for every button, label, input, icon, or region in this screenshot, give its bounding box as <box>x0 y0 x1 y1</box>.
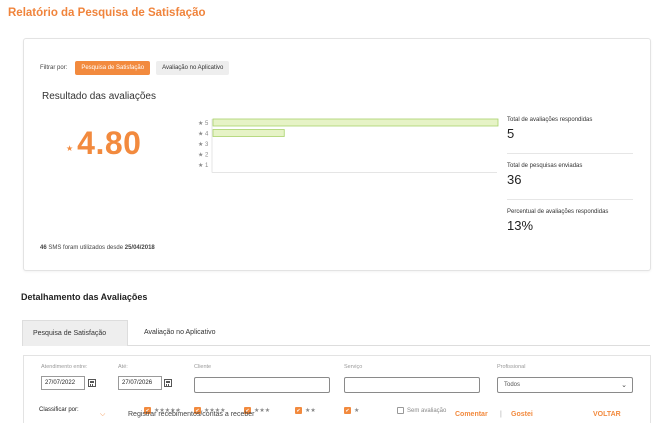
professional-label: Profissional <box>497 364 526 370</box>
date-to-label: Até: <box>118 364 128 370</box>
stat-percentage: Percentual de avaliações respondidas 13% <box>507 209 633 233</box>
filter-label: Filtrar por: <box>40 65 68 71</box>
tab-app-rating[interactable]: Avaliação no Aplicativo <box>134 320 225 346</box>
chart-bar <box>212 118 499 127</box>
stat-value: 5 <box>507 126 515 141</box>
divider <box>507 199 633 200</box>
results-heading: Resultado das avaliações <box>42 91 156 102</box>
date-to-field[interactable]: 27/07/2026 <box>118 376 162 390</box>
client-label: Cliente <box>194 364 212 370</box>
chart-category-label: ★ 5 <box>198 120 209 127</box>
chart-category-label: ★ 4 <box>198 131 209 138</box>
comment-link[interactable]: Comentar <box>455 411 488 418</box>
page-title: Relatório da Pesquisa de Satisfação <box>8 7 206 19</box>
sort-label: Classificar por: <box>39 407 79 413</box>
divider <box>507 153 633 154</box>
sms-text: SMS foram utilizados desde <box>48 245 124 251</box>
stat-value: 13% <box>507 218 534 233</box>
sms-date: 25/04/2018 <box>124 245 155 251</box>
chart-category-label: ★ 3 <box>198 141 209 148</box>
back-link[interactable]: VOLTAR <box>593 411 621 418</box>
details-heading: Detalhamento das Avaliações <box>21 292 148 302</box>
chevron-icon: ⌵ <box>100 411 106 418</box>
chart-bar <box>212 129 285 137</box>
filter-row: Filtrar por: Pesquisa de Satisfação Aval… <box>40 61 230 75</box>
average-rating: ★ 4.80 <box>66 127 141 159</box>
like-link[interactable]: Gostei <box>511 411 533 418</box>
tab-satisfaction[interactable]: Pesquisa de Satisfação <box>22 320 128 346</box>
stat-label: Total de pesquisas enviadas <box>507 163 583 169</box>
professional-selected: Todos <box>504 382 521 388</box>
stat-sent: Total de pesquisas enviadas 36 <box>507 163 633 187</box>
stat-value: 36 <box>507 172 522 187</box>
calendar-icon[interactable] <box>88 379 96 387</box>
chevron-down-icon: ⌄ <box>621 382 627 389</box>
star-icon: ★ <box>66 144 74 153</box>
task-text: Registrar recebimentos/contas a receber <box>128 411 255 418</box>
chart-category-label: ★ 1 <box>198 162 209 169</box>
client-input[interactable] <box>194 377 330 393</box>
stat-responses: Total de avaliações respondidas 5 <box>507 117 633 141</box>
chart-category-label: ★ 2 <box>198 152 209 159</box>
date-from-label: Atendimento entre: <box>41 364 88 370</box>
filter-satisfaction-button[interactable]: Pesquisa de Satisfação <box>75 61 151 75</box>
results-card: Filtrar por: Pesquisa de Satisfação Aval… <box>23 38 651 271</box>
date-from-field[interactable]: 27/07/2022 <box>41 376 85 390</box>
sms-count: 46 <box>40 245 47 251</box>
stat-label: Percentual de avaliações respondidas <box>507 209 609 215</box>
stat-label: Total de avaliações respondidas <box>507 117 593 123</box>
service-label: Serviço <box>344 364 363 370</box>
details-tabs: Pesquisa de Satisfação Avaliação no Apli… <box>22 320 650 346</box>
sms-usage-note: 46 SMS foram utilizados desde 25/04/2018 <box>40 245 155 251</box>
average-rating-value: 4.80 <box>77 125 142 161</box>
separator: | <box>500 411 502 418</box>
professional-select[interactable]: Todos ⌄ <box>497 377 633 393</box>
rating-distribution-chart: ★ 5 ★ 4 ★ 3 ★ 2 ★ 1 <box>198 118 499 173</box>
filter-app-rating-button[interactable]: Avaliação no Aplicativo <box>156 61 230 75</box>
service-input[interactable] <box>344 377 480 393</box>
calendar-icon[interactable] <box>164 379 172 387</box>
task-overlay: ⌵ Registrar recebimentos/contas a recebe… <box>100 408 640 423</box>
